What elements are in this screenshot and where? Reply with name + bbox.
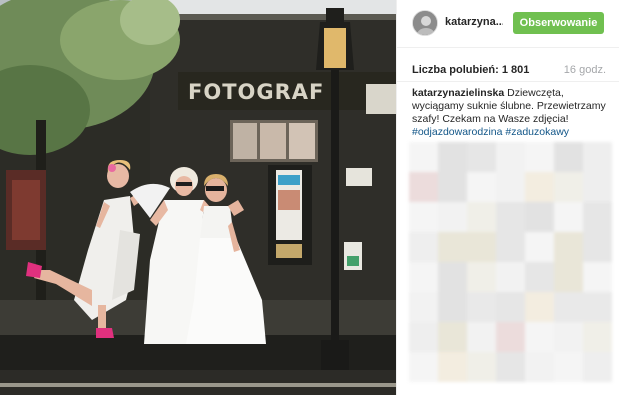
blur-tile [583, 322, 612, 352]
blur-tile [583, 232, 612, 262]
blur-tile [496, 262, 525, 292]
blur-tile [467, 202, 496, 232]
blur-tile [525, 172, 554, 202]
blur-tile [438, 142, 467, 172]
avatar[interactable] [412, 10, 438, 36]
avatar-image [413, 11, 437, 35]
blur-tile [409, 142, 438, 172]
blurred-comments-area [409, 142, 612, 382]
post-timestamp[interactable]: 16 godz. [564, 64, 606, 76]
blur-tile [583, 292, 612, 322]
blur-tile [409, 202, 438, 232]
blur-tile [467, 352, 496, 382]
blur-tile [554, 292, 583, 322]
blur-tile [438, 232, 467, 262]
blur-tile [525, 232, 554, 262]
blur-tile [554, 262, 583, 292]
blur-tile [496, 232, 525, 262]
blur-tile [525, 352, 554, 382]
blur-tile [496, 292, 525, 322]
blur-tile [525, 202, 554, 232]
follow-button[interactable]: Obserwowanie [513, 12, 604, 34]
blur-tile [496, 142, 525, 172]
store-sign-text: FOTOGRAF [188, 80, 325, 104]
blur-tile [467, 292, 496, 322]
blur-tile [583, 352, 612, 382]
blur-tile [583, 142, 612, 172]
post-photo[interactable]: FOTOGRAF [0, 0, 396, 395]
blur-tile [554, 322, 583, 352]
blur-tile [496, 352, 525, 382]
blur-tile [438, 352, 467, 382]
blur-tile [496, 202, 525, 232]
blur-tile [525, 262, 554, 292]
caption-author-link[interactable]: katarzynazielinska [412, 87, 504, 99]
hashtag-link[interactable]: #odjazdowarodzina [412, 126, 502, 138]
blur-tile [525, 322, 554, 352]
blur-tile [496, 172, 525, 202]
blur-tile [409, 352, 438, 382]
blur-tile [409, 172, 438, 202]
post-stats: Liczba polubień: 1 801 16 godz. [397, 48, 619, 82]
likes-count[interactable]: Liczba polubień: 1 801 [412, 64, 529, 76]
blur-tile [467, 322, 496, 352]
post-caption: katarzynazielinska Dziewczęta, wyciągamy… [412, 87, 608, 139]
blur-tile [583, 202, 612, 232]
post-header: katarzyna... Obserwowanie [397, 0, 619, 48]
username-link[interactable]: katarzyna... [445, 16, 503, 28]
blur-tile [554, 232, 583, 262]
blur-tile [409, 292, 438, 322]
hashtag-link[interactable]: #zaduzokawy [505, 126, 569, 138]
blur-tile [467, 172, 496, 202]
blur-tile [438, 172, 467, 202]
blur-tile [467, 142, 496, 172]
blur-tile [496, 322, 525, 352]
post-sidebar: katarzyna... Obserwowanie Liczba polubie… [396, 0, 619, 395]
blur-tile [554, 202, 583, 232]
blur-tile [438, 292, 467, 322]
blur-tile [583, 262, 612, 292]
blur-tile [409, 322, 438, 352]
blur-tile [583, 172, 612, 202]
blur-tile [554, 352, 583, 382]
blur-tile [467, 262, 496, 292]
blur-tile [467, 232, 496, 262]
blur-tile [438, 202, 467, 232]
post-photo-scene [0, 0, 396, 395]
blur-tile [438, 322, 467, 352]
blur-tile [554, 172, 583, 202]
blur-tile [554, 142, 583, 172]
blur-tile [525, 292, 554, 322]
blur-tile [438, 262, 467, 292]
blur-tile [409, 262, 438, 292]
blur-tile [525, 142, 554, 172]
blur-tile [409, 232, 438, 262]
